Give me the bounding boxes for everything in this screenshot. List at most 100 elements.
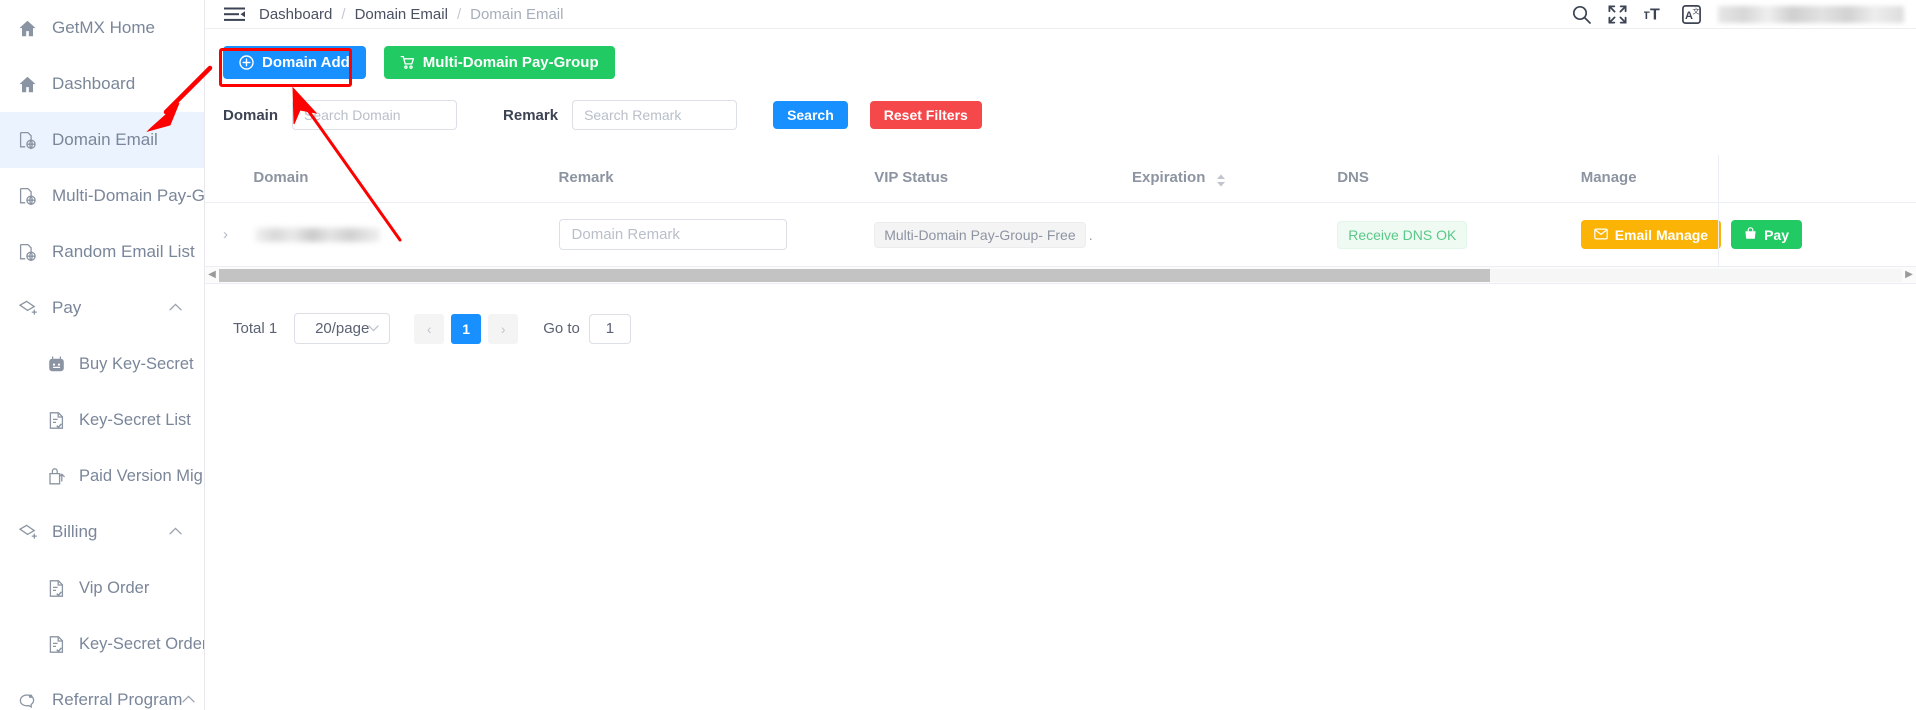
domain-icon bbox=[16, 185, 38, 207]
pay-icon bbox=[16, 297, 38, 319]
sidebar-item-referral-program[interactable]: Referral Program bbox=[0, 672, 204, 710]
doc-icon bbox=[45, 577, 67, 599]
main-area: Dashboard / Domain Email / Domain Email bbox=[205, 0, 1916, 710]
prev-page-button[interactable]: ‹ bbox=[414, 313, 445, 344]
sidebar-item-label: Vip Order bbox=[79, 578, 150, 597]
domain-add-button[interactable]: Domain Add bbox=[223, 46, 366, 79]
chevron-up-icon[interactable] bbox=[182, 695, 196, 703]
sidebar-nav: GetMX Home Dashboard Domain Email Multi-Dom… bbox=[0, 0, 204, 710]
chevron-right-icon[interactable]: › bbox=[205, 226, 228, 243]
scrollbar-thumb[interactable] bbox=[219, 268, 1490, 282]
row-vip-status-cell: Multi-Domain Pay-Group- Free. bbox=[874, 202, 1133, 267]
breadcrumb-separator: / bbox=[456, 5, 462, 23]
sidebar-item-label: Multi-Domain Pay-Group bbox=[52, 186, 205, 205]
sidebar-item-label: Random Email List bbox=[52, 242, 195, 261]
fullscreen-icon[interactable] bbox=[1608, 5, 1627, 24]
chevron-up-icon[interactable] bbox=[169, 303, 182, 311]
sidebar-item-random-email-list[interactable]: Random Email List bbox=[0, 224, 204, 280]
th-expiration[interactable]: Expiration bbox=[1132, 155, 1338, 203]
home-icon bbox=[16, 73, 38, 95]
next-page-button[interactable]: › bbox=[488, 313, 519, 344]
sidebar-item-key-secret-list[interactable]: Key-Secret List bbox=[0, 392, 204, 448]
chevron-down-icon bbox=[368, 323, 379, 335]
table-horizontal-scrollbar[interactable]: ◀ ▶ bbox=[205, 267, 1916, 284]
search-button[interactable]: Search bbox=[773, 101, 848, 129]
scroll-right-arrow-icon[interactable]: ▶ bbox=[1902, 270, 1916, 280]
pagination: Total 1 20/page ‹ 1 › Go to bbox=[205, 284, 1916, 344]
hamburger-icon[interactable] bbox=[223, 6, 245, 22]
table-head: Domain Remark VIP Status Expiration DNS … bbox=[205, 155, 1916, 203]
sidebar-item-getmx-home[interactable]: GetMX Home bbox=[0, 0, 204, 56]
sidebar-item-label: Key-Secret List bbox=[79, 410, 191, 429]
scrollbar-track[interactable] bbox=[219, 268, 1902, 282]
table-row: › Multi-Domain Pay-Group- Free. bbox=[205, 202, 1916, 267]
chevron-up-icon[interactable] bbox=[169, 527, 182, 535]
page-button-1[interactable]: 1 bbox=[451, 313, 482, 344]
sidebar-item-paid-version-migration[interactable]: Paid Version Migration bbox=[0, 448, 204, 504]
page-size-select[interactable]: 20/page bbox=[294, 313, 391, 344]
sidebar-item-multi-domain-pay-group[interactable]: Multi-Domain Pay-Group bbox=[0, 168, 204, 224]
sidebar-item-label: Domain Email bbox=[52, 130, 158, 149]
font-size-icon[interactable]: T T bbox=[1644, 5, 1665, 24]
page-panel: Domain Add Multi-Domain Pay-Group Domain… bbox=[205, 29, 1916, 710]
topbar: Dashboard / Domain Email / Domain Email bbox=[205, 0, 1916, 29]
sidebar-item-domain-email[interactable]: Domain Email bbox=[0, 112, 204, 168]
sidebar: GetMX Home Dashboard Domain Email Multi-Dom… bbox=[0, 0, 205, 710]
cart-icon bbox=[400, 55, 415, 70]
domain-table-wrap: Domain Remark VIP Status Expiration DNS … bbox=[205, 155, 1916, 284]
sidebar-item-pay[interactable]: Pay bbox=[0, 280, 204, 336]
sidebar-item-label: Buy Key-Secret bbox=[79, 354, 194, 373]
table-header-row: Domain Remark VIP Status Expiration DNS … bbox=[205, 155, 1916, 203]
row-expand-cell: › bbox=[205, 202, 254, 267]
vip-status-tag: Multi-Domain Pay-Group- Free bbox=[874, 221, 1086, 248]
manage-actions: Email Manage Pay bbox=[1569, 220, 1916, 249]
translate-icon[interactable]: A 文 bbox=[1682, 4, 1701, 24]
multi-domain-label: Multi-Domain Pay-Group bbox=[422, 54, 599, 71]
row-domain-cell bbox=[253, 202, 559, 267]
row-dns-cell: Receive DNS OK bbox=[1337, 202, 1569, 267]
goto-page: Go to bbox=[543, 313, 631, 344]
reset-filters-label: Reset Filters bbox=[883, 107, 968, 123]
breadcrumb-item-0[interactable]: Dashboard bbox=[259, 6, 332, 23]
th-manage: Manage bbox=[1568, 155, 1916, 203]
domain-icon bbox=[16, 129, 38, 151]
reset-filters-button[interactable]: Reset Filters bbox=[869, 101, 982, 129]
sidebar-item-key-secret-order[interactable]: Key-Secret Order bbox=[0, 616, 204, 672]
row-manage-cell: Email Manage Pay bbox=[1568, 202, 1916, 267]
sort-icon[interactable] bbox=[1216, 174, 1226, 187]
sidebar-item-label: Key-Secret Order bbox=[79, 634, 205, 653]
domain-table: Domain Remark VIP Status Expiration DNS … bbox=[205, 155, 1916, 267]
sidebar-item-billing[interactable]: Billing bbox=[0, 504, 204, 560]
search-domain-input[interactable] bbox=[292, 100, 458, 130]
doc-icon bbox=[45, 633, 67, 655]
user-account-redacted[interactable] bbox=[1718, 5, 1904, 23]
email-manage-button[interactable]: Email Manage bbox=[1580, 220, 1722, 249]
sidebar-item-dashboard[interactable]: Dashboard bbox=[0, 56, 204, 112]
goto-label: Go to bbox=[543, 320, 580, 337]
breadcrumb-separator: / bbox=[341, 5, 346, 23]
breadcrumb-item-1[interactable]: Domain Email bbox=[355, 6, 448, 23]
pay-button[interactable]: Pay bbox=[1731, 220, 1802, 249]
pay-icon bbox=[16, 521, 38, 543]
filter-bar: Domain Remark Search Reset Filters bbox=[205, 79, 1916, 130]
fixed-column-divider bbox=[1718, 155, 1719, 284]
multi-domain-pay-group-button[interactable]: Multi-Domain Pay-Group bbox=[383, 46, 615, 79]
breadcrumb: Dashboard / Domain Email / Domain Email bbox=[259, 6, 563, 23]
sidebar-item-vip-order[interactable]: Vip Order bbox=[0, 560, 204, 616]
home-icon bbox=[16, 17, 38, 39]
row-expiration-cell bbox=[1132, 202, 1338, 267]
th-vip-status: VIP Status bbox=[874, 155, 1133, 203]
table-body: › Multi-Domain Pay-Group- Free. bbox=[205, 202, 1916, 267]
pay-label: Pay bbox=[1764, 226, 1789, 243]
total-count-label: Total 1 bbox=[233, 320, 278, 337]
search-remark-input[interactable] bbox=[572, 100, 738, 130]
migrate-icon bbox=[45, 465, 67, 487]
plus-circle-icon bbox=[239, 55, 254, 70]
domain-remark-input[interactable] bbox=[558, 219, 787, 250]
search-icon[interactable] bbox=[1572, 5, 1591, 24]
row-remark-cell bbox=[558, 202, 875, 267]
scroll-left-arrow-icon[interactable]: ◀ bbox=[205, 270, 219, 280]
domain-add-label: Domain Add bbox=[262, 54, 350, 71]
goto-page-input[interactable] bbox=[588, 313, 631, 344]
sidebar-item-buy-key-secret[interactable]: Buy Key-Secret bbox=[0, 336, 204, 392]
